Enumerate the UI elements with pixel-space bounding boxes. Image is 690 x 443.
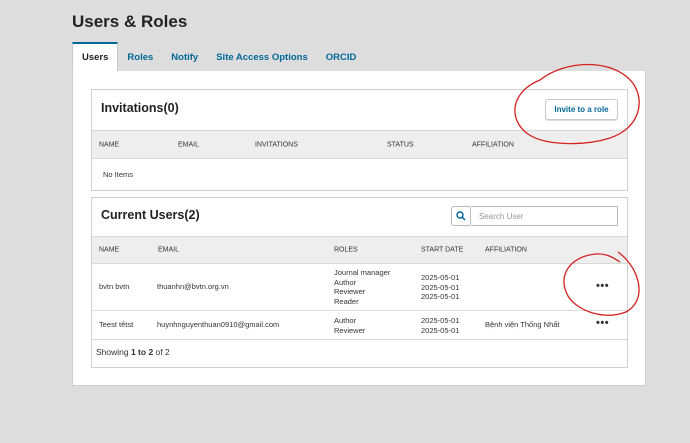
start-date: 2025-05-01 [421, 325, 460, 335]
tab-site-access-options[interactable]: Site Access Options [207, 42, 317, 72]
role: Author [334, 316, 357, 325]
tab-roles[interactable]: Roles [118, 42, 162, 72]
page-title: Users & Roles [72, 12, 188, 31]
col-status: STATUS [387, 141, 414, 148]
role: Reviewer [334, 325, 366, 335]
current-users-title: Current Users(2) [101, 208, 200, 222]
tab-orcid[interactable]: ORCID [317, 42, 366, 72]
role: Reviewer [334, 287, 366, 296]
pagination-range: 1 to 2 [130, 347, 154, 357]
user-roles: Author Reviewer [334, 316, 365, 335]
pagination-suffix: of 2 [153, 347, 170, 357]
user-email: thuanhn@bvtn.org.vn [157, 282, 229, 291]
role: Reader [334, 296, 359, 306]
row-actions-button[interactable]: ••• [596, 280, 609, 292]
col-email: EMAIL [158, 246, 180, 254]
invitations-title: Invitations(0) [101, 101, 179, 115]
row-actions-button[interactable]: ••• [596, 317, 609, 329]
col-affiliation: AFFILIATION [472, 141, 514, 148]
col-roles: ROLES [334, 246, 358, 254]
role: Author [334, 277, 357, 287]
pagination-summary: Showing 1 to 2 of 2 [96, 347, 170, 358]
user-roles: Journal manager Author Reviewer Reader [334, 268, 390, 306]
search-button[interactable] [451, 206, 471, 226]
tab-users[interactable]: Users [72, 42, 119, 72]
user-start-dates: 2025-05-01 2025-05-01 2025-05-01 [421, 273, 459, 302]
start-date: 2025-05-01 [421, 292, 460, 301]
start-date: 2025-05-01 [421, 273, 460, 282]
col-start-date: START DATE [421, 246, 464, 254]
tab-notify[interactable]: Notify [162, 42, 207, 72]
col-invitations: INVITATIONS [255, 141, 298, 148]
invitations-header-row: NAME EMAIL INVITATIONS STATUS AFFILIATIO… [92, 130, 627, 159]
search-icon [456, 211, 466, 221]
start-date: 2025-05-01 [421, 282, 460, 292]
col-name: NAME [99, 141, 120, 148]
user-start-dates: 2025-05-01 2025-05-01 [421, 316, 459, 335]
user-name: bvtn bvtn [99, 282, 130, 291]
col-name: NAME [99, 246, 120, 254]
user-name: Teest têtst [99, 320, 134, 329]
invite-to-role-button[interactable]: Invite to a role [545, 99, 618, 120]
role: Journal manager [334, 268, 391, 277]
tab-bar: Users Roles Notify Site Access Options O… [72, 42, 365, 72]
user-email: huynhnguyenthuan0910@gmail.com [157, 320, 280, 329]
empty-state: No Items [103, 170, 134, 179]
start-date: 2025-05-01 [421, 316, 460, 325]
user-affiliation: Bệnh viện Thống Nhất [485, 320, 560, 329]
col-email: EMAIL [178, 141, 200, 148]
row-divider [92, 339, 627, 340]
row-divider [92, 310, 627, 311]
col-affiliation: AFFILIATION [485, 246, 527, 254]
search-user-input[interactable] [471, 206, 618, 226]
users-header-row: NAME EMAIL ROLES START DATE AFFILIATION [92, 236, 627, 264]
pagination-prefix: Showing [96, 347, 131, 357]
